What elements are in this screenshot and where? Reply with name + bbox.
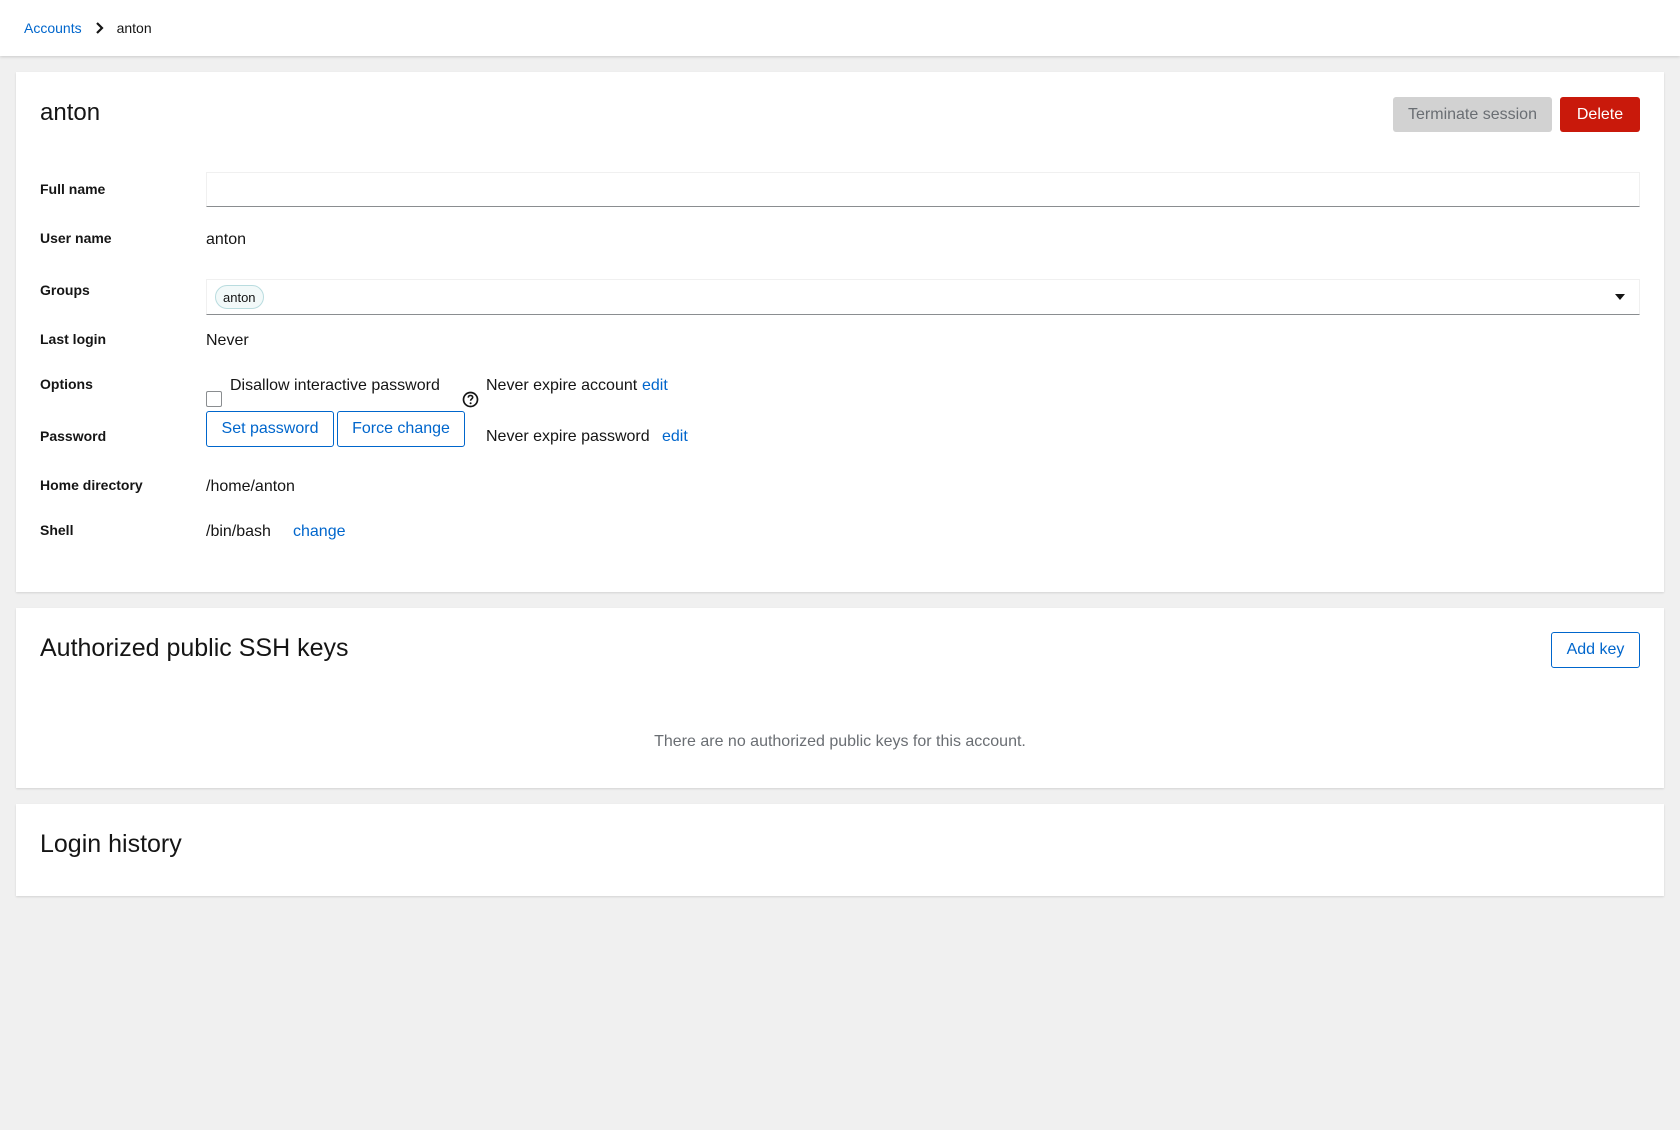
help-icon[interactable] — [462, 391, 479, 408]
breadcrumb: Accounts anton — [24, 19, 152, 37]
password-expiry-edit-link[interactable]: edit — [662, 428, 688, 446]
account-expiry-text: Never expire account — [486, 377, 638, 394]
groups-select[interactable]: anton — [206, 279, 1640, 315]
chevron-right-icon — [95, 22, 104, 34]
set-password-button[interactable]: Set password — [206, 411, 334, 447]
delete-button[interactable]: Delete — [1560, 97, 1640, 132]
account-title: anton — [40, 99, 101, 126]
last-login-label: Last login — [40, 331, 107, 347]
terminate-session-button[interactable]: Terminate session — [1393, 97, 1552, 132]
add-key-button[interactable]: Add key — [1551, 632, 1640, 668]
shell-label: Shell — [40, 522, 74, 538]
full-name-input[interactable] — [206, 172, 1640, 207]
login-history-title: Login history — [40, 830, 182, 858]
last-login-value: Never — [206, 332, 249, 349]
ssh-keys-empty-message: There are no authorized public keys for … — [654, 733, 1026, 750]
options-label: Options — [40, 376, 93, 392]
home-directory-label: Home directory — [40, 477, 143, 493]
ssh-keys-title: Authorized public SSH keys — [40, 634, 349, 662]
top-bar: Accounts anton — [0, 0, 1680, 56]
home-directory-value: /home/anton — [206, 478, 295, 495]
disallow-password-checkbox[interactable] — [206, 391, 222, 407]
group-chip[interactable]: anton — [215, 285, 264, 309]
force-change-button[interactable]: Force change — [337, 411, 465, 447]
login-history-card: Login history — [16, 804, 1664, 896]
account-details-card: anton Terminate session Delete Full name… — [16, 72, 1664, 592]
disallow-password-label: Disallow interactive password — [230, 377, 440, 394]
caret-down-icon[interactable] — [1615, 294, 1625, 300]
account-expiry-edit-link[interactable]: edit — [642, 377, 668, 395]
password-expiry-text: Never expire password — [486, 428, 650, 445]
full-name-label: Full name — [40, 181, 106, 197]
groups-label: Groups — [40, 282, 90, 298]
breadcrumb-accounts-link[interactable]: Accounts — [24, 20, 82, 36]
ssh-keys-card: Authorized public SSH keys Add key There… — [16, 608, 1664, 788]
user-name-label: User name — [40, 230, 112, 246]
password-label: Password — [40, 428, 107, 444]
shell-change-link[interactable]: change — [293, 523, 346, 541]
shell-value: /bin/bash — [206, 523, 271, 540]
breadcrumb-current: anton — [116, 20, 152, 36]
user-name-value: anton — [206, 231, 247, 248]
